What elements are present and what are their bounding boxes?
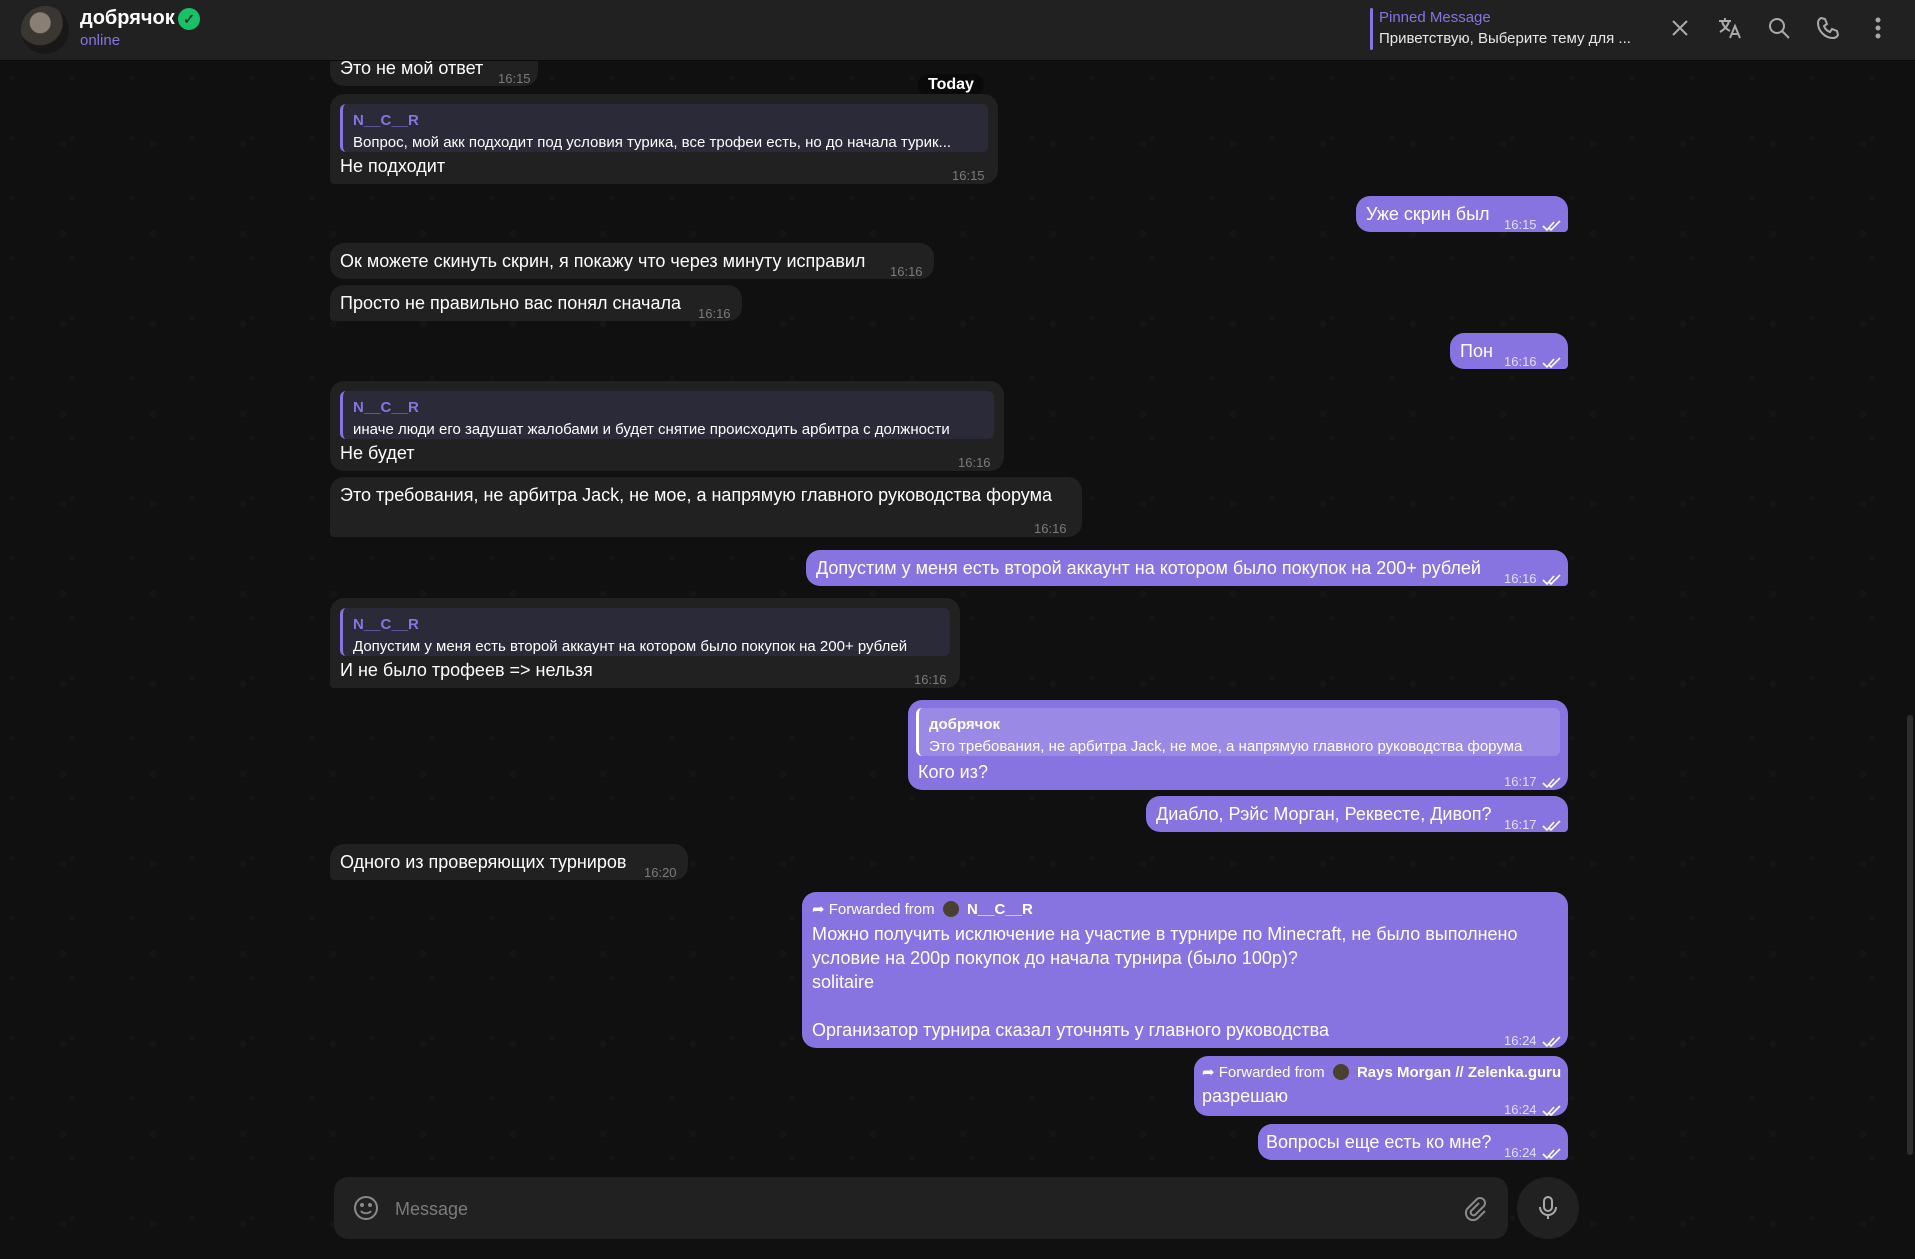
sender-avatar xyxy=(942,901,959,917)
reply-text: иначе люди его задушат жалобами и будет … xyxy=(353,421,950,438)
message-text: Допустим у меня есть второй аккаунт на к… xyxy=(816,558,1481,578)
pinned-indicator xyxy=(1370,8,1373,50)
message-bubble[interactable]: Это требования, не арбитра Jack, не мое,… xyxy=(330,477,1082,537)
double-check-icon xyxy=(1542,771,1562,789)
forwarded-message[interactable]: ➦ Forwarded from Rays Morgan // Zelenka.… xyxy=(1194,1056,1568,1117)
message-time: 16:15 xyxy=(498,71,531,86)
more-icon[interactable] xyxy=(1864,14,1896,46)
forwarded-message[interactable]: ➦ Forwarded from N__C__R Можно получить … xyxy=(802,892,1568,1048)
message-time: 16:16 xyxy=(914,672,947,687)
forward-icon: ➦ xyxy=(812,901,825,918)
reply-author: N__C__R xyxy=(353,112,419,129)
message-text: разрешаю xyxy=(1202,1086,1289,1106)
verified-badge-icon: ✓ xyxy=(178,8,200,30)
message-bubble[interactable]: Допустим у меня есть второй аккаунт на к… xyxy=(806,550,1568,586)
reply-text: Вопрос, мой акк подходит под условия тур… xyxy=(353,134,952,151)
message-time: 16:16 xyxy=(890,264,923,279)
reply-text: Это требования, не арбитра Jack, не мое,… xyxy=(929,738,1523,755)
message-text: Одного из проверяющих турниров xyxy=(340,852,627,872)
sender-avatar xyxy=(1332,1064,1349,1080)
reply-preview[interactable]: N__C__R Вопрос, мой акк подходит под усл… xyxy=(340,104,988,152)
chat-header: добрячок ✓ online Pinned Message Приветс… xyxy=(0,0,1915,61)
message-bubble[interactable]: Уже скрин был 16:15 xyxy=(1356,196,1568,232)
double-check-icon xyxy=(1542,568,1562,586)
message-time: 16:15 xyxy=(952,168,985,183)
message-bubble[interactable]: Ок можете скинуть скрин, я покажу что че… xyxy=(330,243,934,279)
voice-record-button[interactable] xyxy=(1517,1177,1579,1239)
pinned-message-text[interactable]: Приветствую, Выберите тему для ... xyxy=(1379,30,1631,47)
chat-title[interactable]: добрячок xyxy=(80,7,175,30)
message-time: 16:16 xyxy=(1504,354,1537,369)
message-bubble[interactable]: Диабло, Рэйс Морган, Реквесте, Дивоп? 16… xyxy=(1146,796,1568,832)
message-time: 16:16 xyxy=(1504,571,1537,586)
message-text: И не было трофеев => нельзя xyxy=(340,660,593,680)
message-text: Диабло, Рэйс Морган, Реквесте, Дивоп? xyxy=(1156,804,1492,824)
reply-preview[interactable]: N__C__R иначе люди его задушат жалобами … xyxy=(340,391,994,439)
message-time: 16:24 xyxy=(1504,1102,1537,1117)
forwarded-sender: N__C__R xyxy=(966,901,1033,918)
date-separator: Today xyxy=(918,74,984,96)
emoji-icon[interactable] xyxy=(352,1194,380,1222)
message-time: 16:16 xyxy=(958,455,991,470)
close-icon[interactable] xyxy=(1666,14,1698,46)
message-text-line: solitaire xyxy=(812,972,875,992)
reply-text: Допустим у меня есть второй аккаунт на к… xyxy=(353,638,908,655)
forwarded-sender: Rays Morgan // Zelenka.guru xyxy=(1356,1064,1562,1081)
forwarded-label: Forwarded from xyxy=(1218,1064,1325,1081)
message-text-line: Можно получить исключение на участие в т… xyxy=(812,924,1518,944)
double-check-icon xyxy=(1542,814,1562,832)
message-text: Ок можете скинуть скрин, я покажу что че… xyxy=(340,251,866,271)
message-bubble[interactable]: Одного из проверяющих турниров 16:20 xyxy=(330,844,688,880)
message-time: 16:17 xyxy=(1504,774,1537,789)
forwarded-header[interactable]: ➦ Forwarded from Rays Morgan // Zelenka.… xyxy=(1202,1061,1561,1085)
message-time: 16:17 xyxy=(1504,817,1537,832)
forward-icon: ➦ xyxy=(1202,1064,1215,1081)
double-check-icon xyxy=(1542,214,1562,232)
message-bubble[interactable]: Просто не правильно вас понял сначала 16… xyxy=(330,285,742,321)
pinned-message-title[interactable]: Pinned Message xyxy=(1379,9,1491,26)
message-bubble[interactable]: Вопросы еще есть ко мне? 16:24 xyxy=(1258,1124,1568,1160)
message-text-line: Организатор турнира сказал уточнять у гл… xyxy=(812,1020,1329,1040)
message-text: Не будет xyxy=(340,443,415,463)
reply-preview[interactable]: N__C__R Допустим у меня есть второй акка… xyxy=(340,608,950,656)
microphone-icon xyxy=(1534,1194,1562,1222)
message-bubble[interactable]: N__C__R Допустим у меня есть второй акка… xyxy=(330,598,960,688)
scrollbar[interactable] xyxy=(1907,715,1913,1155)
reply-author: N__C__R xyxy=(353,399,419,416)
search-icon[interactable] xyxy=(1765,14,1797,46)
message-input[interactable] xyxy=(393,1194,1447,1224)
forwarded-label: Forwarded from xyxy=(828,901,935,918)
message-text: Вопросы еще есть ко мне? xyxy=(1266,1132,1492,1152)
phone-icon[interactable] xyxy=(1814,14,1846,46)
attach-icon[interactable] xyxy=(1460,1194,1488,1222)
double-check-icon xyxy=(1542,351,1562,369)
forwarded-header[interactable]: ➦ Forwarded from N__C__R xyxy=(812,898,1033,922)
message-time: 16:20 xyxy=(644,865,677,880)
translate-icon[interactable] xyxy=(1715,14,1747,46)
message-bubble[interactable]: Пон 16:16 xyxy=(1450,333,1568,369)
reply-preview[interactable]: добрячок Это требования, не арбитра Jack… xyxy=(916,708,1560,756)
message-time: 16:16 xyxy=(698,306,731,321)
message-text: Не подходит xyxy=(340,156,446,176)
double-check-icon xyxy=(1542,1099,1562,1117)
message-text: Уже скрин был xyxy=(1366,204,1490,224)
message-bubble[interactable]: N__C__R иначе люди его задушат жалобами … xyxy=(330,381,1004,471)
message-text: Просто не правильно вас понял сначала xyxy=(340,293,681,313)
avatar[interactable] xyxy=(21,6,69,54)
reply-author: добрячок xyxy=(929,716,1001,733)
message-bubble[interactable]: добрячок Это требования, не арбитра Jack… xyxy=(908,700,1568,790)
message-time: 16:15 xyxy=(1504,217,1537,232)
message-text: Пон xyxy=(1460,341,1493,361)
double-check-icon xyxy=(1542,1030,1562,1048)
message-text-line: условие на 200р покупок до начала турнир… xyxy=(812,948,1298,968)
message-text: Кого из? xyxy=(918,762,988,782)
reply-author: N__C__R xyxy=(353,616,419,633)
double-check-icon xyxy=(1542,1142,1562,1160)
message-time: 16:16 xyxy=(1034,521,1067,536)
message-bubble[interactable]: N__C__R Вопрос, мой акк подходит под усл… xyxy=(330,94,998,184)
chat-status: online xyxy=(80,32,121,49)
message-time: 16:24 xyxy=(1504,1145,1537,1160)
message-time: 16:24 xyxy=(1504,1033,1537,1048)
message-text: Это требования, не арбитра Jack, не мое,… xyxy=(340,485,1052,505)
